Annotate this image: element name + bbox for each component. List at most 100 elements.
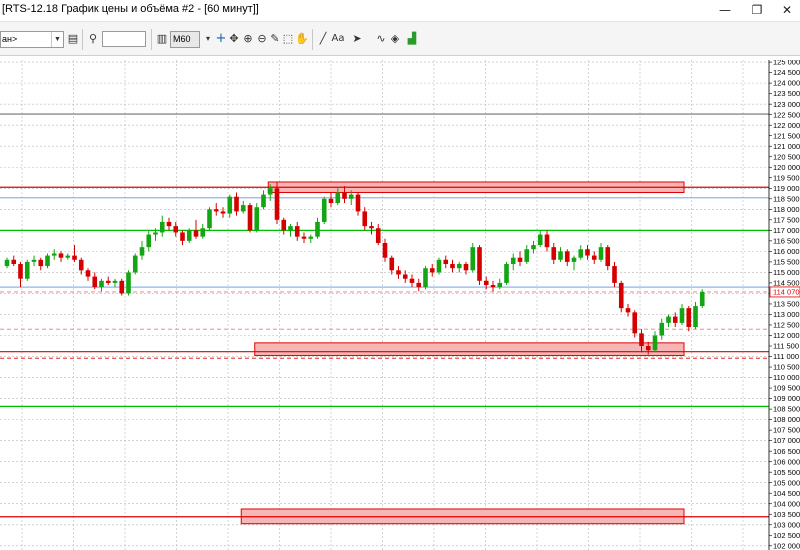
- price-tick-label: 115 000: [773, 268, 800, 277]
- price-zone: [254, 342, 685, 356]
- toolbar-separator: [82, 29, 83, 50]
- find-input[interactable]: [102, 31, 146, 47]
- instrument-select[interactable]: ан> ▼: [0, 31, 64, 48]
- candle-body: [146, 234, 152, 248]
- candle-body: [652, 335, 658, 351]
- candle-body: [11, 259, 17, 264]
- candle-body: [119, 280, 125, 294]
- trendline-icon[interactable]: ╱: [316, 31, 330, 47]
- candle-body: [112, 280, 118, 283]
- window-title: [RTS-12.18 График цены и объёма #2 - [60…: [2, 3, 259, 15]
- candle-body: [328, 198, 334, 204]
- price-tick-label: 110 000: [773, 373, 800, 382]
- chart-toolbar: ан> ▼ ▤ ⚲ ▥ M60 ▾ + ✥ ⊕ ⊖ ✎ ⬚ ✋ ╱ Aa ➤ ∿…: [0, 22, 800, 56]
- candle-body: [679, 308, 685, 323]
- price-tick-label: 119 000: [773, 184, 800, 193]
- candle-body: [335, 192, 341, 204]
- candle-body: [58, 253, 64, 258]
- candle-body: [261, 194, 266, 208]
- candle-body: [254, 207, 260, 231]
- candle-body: [78, 259, 84, 271]
- candle-body: [301, 236, 307, 239]
- marker-icon[interactable]: ➤: [350, 31, 364, 47]
- candle-body: [598, 247, 604, 260]
- candle-body: [558, 251, 563, 260]
- chevron-down-icon[interactable]: ▾: [201, 31, 215, 47]
- candle-body: [362, 211, 368, 227]
- price-tick-label: 121 500: [773, 131, 800, 140]
- crosshair-icon[interactable]: +: [214, 31, 228, 47]
- price-chart[interactable]: 102 000 102 500 103 000 103 500 104 000 104 5…: [0, 60, 800, 550]
- close-button[interactable]: ✕: [772, 0, 800, 22]
- candle-body: [267, 188, 273, 195]
- maximize-button[interactable]: ❐: [742, 0, 772, 22]
- candle-body: [551, 247, 557, 260]
- candle-body: [524, 249, 530, 262]
- pattern-icon[interactable]: ∿: [374, 31, 388, 47]
- trade-icon[interactable]: ▟: [405, 31, 419, 47]
- price-tick-label: 123 000: [773, 100, 800, 109]
- candle-body: [517, 257, 523, 262]
- candle-body: [288, 226, 293, 231]
- price-tick-label: 125 000: [773, 60, 800, 67]
- candle-body: [409, 278, 415, 283]
- move-icon[interactable]: ✥: [227, 31, 241, 47]
- candle-body: [389, 257, 395, 271]
- price-tick-label: 107 500: [773, 426, 800, 435]
- candle-body: [213, 209, 219, 212]
- draw-pencil-icon[interactable]: ✎: [268, 31, 282, 47]
- candle-body: [436, 259, 442, 273]
- hand-icon[interactable]: ✋: [295, 31, 309, 47]
- candle-body: [423, 268, 428, 288]
- candle-body: [186, 230, 192, 241]
- price-tick-label: 106 000: [773, 457, 800, 466]
- candle-body: [180, 232, 185, 241]
- timeframe-select[interactable]: M60: [170, 31, 200, 48]
- candle-body: [612, 266, 617, 283]
- zoom-in-icon[interactable]: ⊕: [241, 31, 255, 47]
- price-tick-label: 118 500: [773, 194, 800, 203]
- select-cursor-icon[interactable]: ⬚: [281, 31, 295, 47]
- candle-body: [659, 322, 665, 336]
- price-tick-label: 102 500: [773, 531, 800, 540]
- text-icon[interactable]: Aa: [330, 31, 346, 47]
- price-tick-label: 117 500: [773, 215, 800, 224]
- chart-type-icon[interactable]: ▥: [155, 31, 169, 47]
- candle-body: [645, 346, 651, 351]
- candle-body: [605, 247, 611, 267]
- indicator-icon[interactable]: ◈: [388, 31, 402, 47]
- price-tick-label: 113 000: [773, 310, 800, 319]
- candle-body: [571, 257, 577, 262]
- search-icon[interactable]: ⚲: [86, 31, 100, 47]
- candle-body: [85, 270, 91, 277]
- candlestick-chart[interactable]: 102 000102 500 103 000103 500 104 000104 5…: [0, 60, 800, 550]
- candle-body: [38, 259, 44, 267]
- price-tick-label: 110 500: [773, 363, 800, 372]
- candle-body: [666, 316, 671, 323]
- candle-body: [672, 316, 678, 323]
- instrument-value: ан>: [2, 34, 18, 44]
- price-tick-label: 105 500: [773, 468, 800, 477]
- candle-body: [51, 253, 57, 256]
- candle-body: [429, 268, 435, 273]
- candle-body: [234, 196, 239, 212]
- candle-body: [639, 333, 644, 347]
- price-tick-label: 116 000: [773, 247, 800, 256]
- zoom-out-icon[interactable]: ⊖: [255, 31, 269, 47]
- price-tick-label: 123 500: [773, 89, 800, 98]
- price-tick-label: 116 500: [773, 236, 800, 245]
- price-tick-label: 107 000: [773, 436, 800, 445]
- instrument-info-icon[interactable]: ▤: [66, 31, 80, 47]
- candle-body: [227, 196, 233, 214]
- price-tick-label: 122 000: [773, 121, 800, 130]
- candle-body: [578, 249, 584, 258]
- candle-body: [497, 282, 503, 288]
- toolbar-separator: [151, 29, 152, 50]
- minimize-button[interactable]: —: [710, 0, 740, 22]
- price-tick-label: 108 500: [773, 405, 800, 414]
- candle-body: [483, 280, 489, 286]
- instrument-dropdown-icon[interactable]: ▼: [51, 32, 63, 47]
- candle-body: [531, 245, 536, 250]
- candle-body: [200, 228, 206, 237]
- candle-body: [45, 255, 50, 267]
